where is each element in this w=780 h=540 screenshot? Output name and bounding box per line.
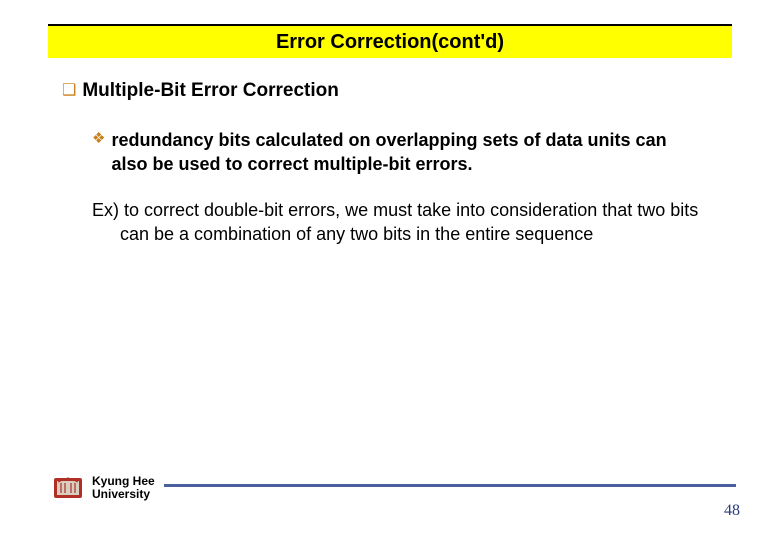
footer: Kyung Hee University — [52, 468, 736, 508]
footer-divider — [164, 484, 736, 487]
sub-text: redundancy bits calculated on overlappin… — [111, 128, 704, 176]
square-bullet-icon: ❑ — [62, 80, 76, 102]
example-block: Ex) to correct double-bit errors, we mus… — [92, 198, 716, 246]
heading-text: Multiple-Bit Error Correction — [82, 80, 339, 102]
university-name-line2: University — [92, 488, 158, 501]
university-logo-icon — [52, 474, 84, 502]
example-text: Ex) to correct double-bit errors, we mus… — [92, 198, 716, 246]
heading-row: ❑ Multiple-Bit Error Correction — [62, 80, 339, 102]
slide-title: Error Correction(cont'd) — [276, 31, 504, 54]
sub-row: ❖ redundancy bits calculated on overlapp… — [92, 128, 704, 176]
slide-title-bar: Error Correction(cont'd) — [48, 24, 732, 58]
diamond-bullet-icon: ❖ — [92, 128, 105, 150]
university-name: Kyung Hee University — [92, 475, 158, 501]
page-number: 48 — [724, 502, 740, 520]
